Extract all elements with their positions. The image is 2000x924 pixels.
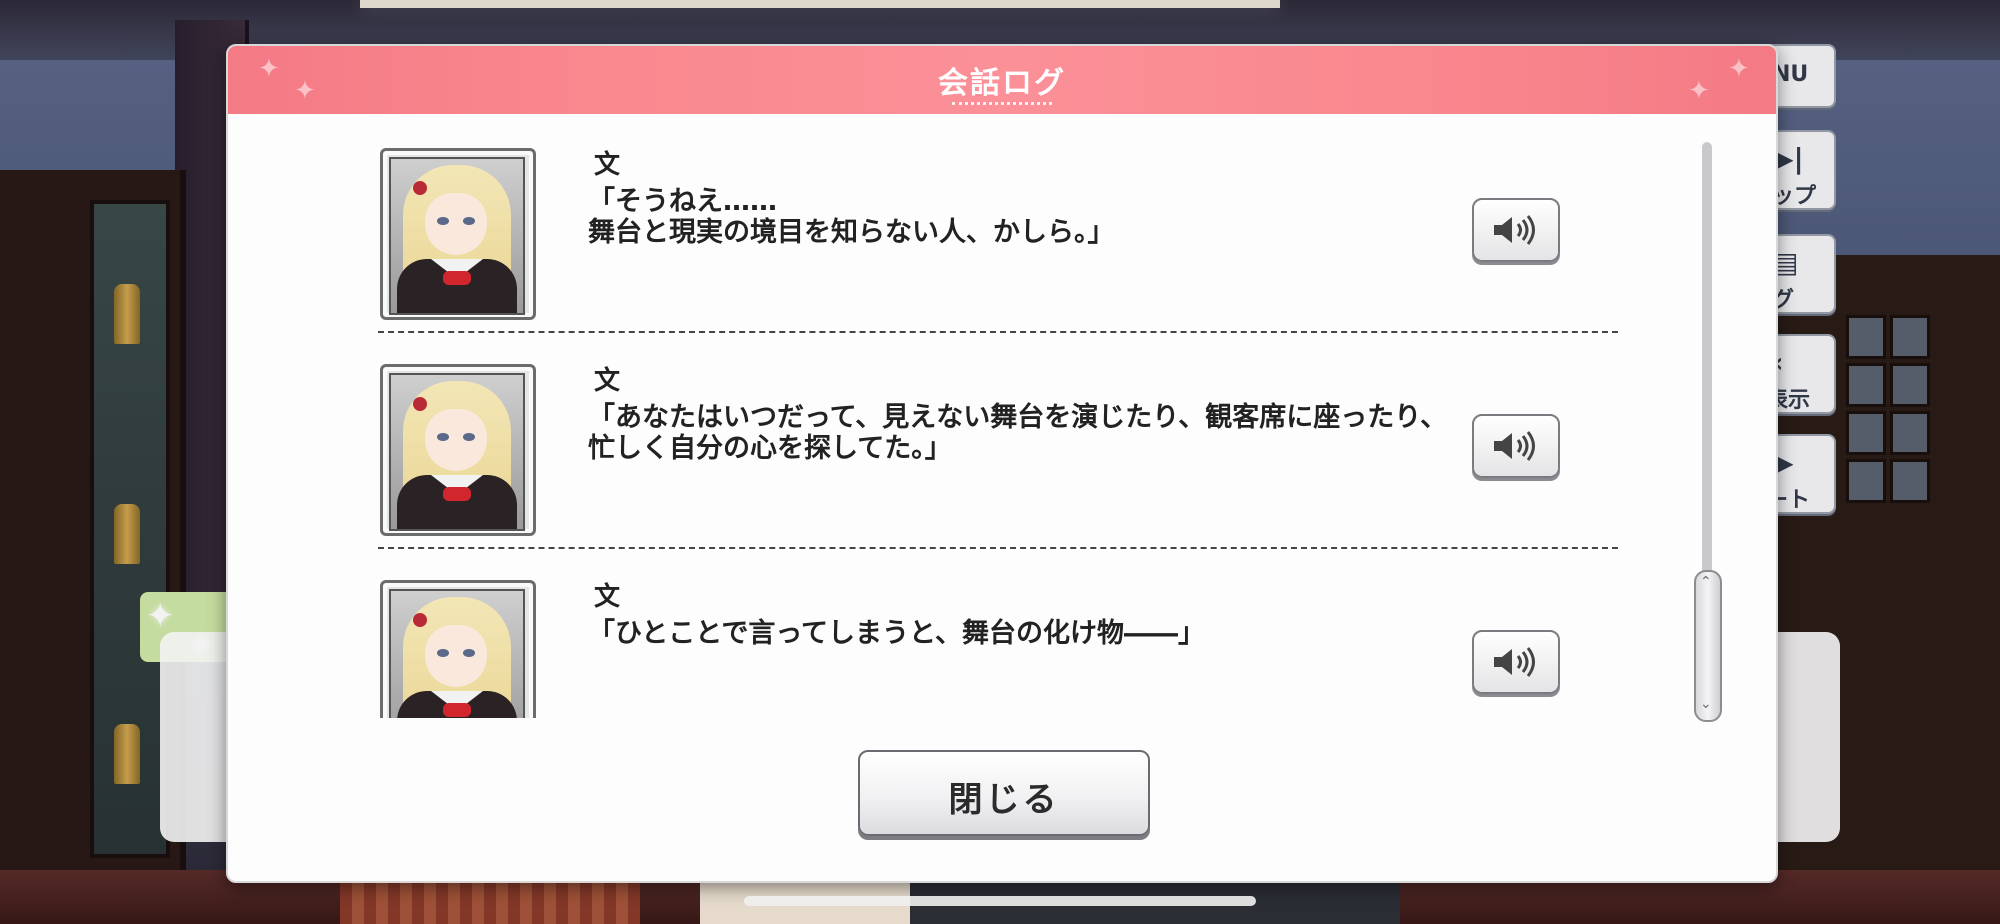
speaker-icon <box>1494 647 1535 677</box>
portrait-image <box>389 373 525 531</box>
voice-replay-button[interactable] <box>1472 414 1560 478</box>
chevron-up-icon: ⌃ <box>1700 574 1712 590</box>
home-indicator[interactable] <box>744 896 1256 906</box>
close-label: 閉じる <box>948 780 1060 820</box>
character-portrait <box>380 580 536 718</box>
speech-text: 「あなたはいつだって、見えない舞台を演じたり、観客席に座ったり、 忙しく自分の心… <box>588 402 1448 464</box>
speech-text: 「ひとことで言ってしまうと、舞台の化け物――」 <box>588 618 1205 649</box>
speaker-name: 文 <box>594 150 621 180</box>
voice-replay-button[interactable] <box>1472 630 1560 694</box>
portrait-image <box>389 157 525 315</box>
dialog-title: 会話ログ <box>938 66 1066 101</box>
dialog-header: ✦ ✦ ✦ ✦ 会話ログ <box>228 46 1776 114</box>
character-portrait <box>380 148 536 320</box>
speaker-icon <box>1494 431 1535 461</box>
scrollbar-thumb[interactable]: ⌃ ⌄ <box>1694 570 1722 722</box>
title-underline <box>952 102 1052 105</box>
speaker-name: 文 <box>594 366 621 396</box>
log-entry: 文 「あなたはいつだって、見えない舞台を演じたり、観客席に座ったり、 忙しく自分… <box>378 330 1618 546</box>
voice-replay-button[interactable] <box>1472 198 1560 262</box>
portrait-image <box>389 589 525 718</box>
log-entry: 文 「そうねえ…… 舞台と現実の境目を知らない人、かしら。」 <box>378 114 1618 330</box>
close-button[interactable]: 閉じる <box>858 750 1150 836</box>
log-entry: 文 「ひとことで言ってしまうと、舞台の化け物――」 <box>378 546 1618 718</box>
conversation-log-dialog: ✦ ✦ ✦ ✦ 会話ログ 文 「そうねえ…… 舞台と現実の境目を知らない人、かし… <box>226 44 1778 883</box>
log-list[interactable]: 文 「そうねえ…… 舞台と現実の境目を知らない人、かしら。」 文 「あなたはいつ… <box>228 114 1776 718</box>
chevron-down-icon: ⌄ <box>1700 696 1712 712</box>
speech-text: 「そうねえ…… 舞台と現実の境目を知らない人、かしら。」 <box>588 186 1115 248</box>
speaker-name: 文 <box>594 582 621 612</box>
character-portrait <box>380 364 536 536</box>
speaker-icon <box>1494 215 1535 245</box>
